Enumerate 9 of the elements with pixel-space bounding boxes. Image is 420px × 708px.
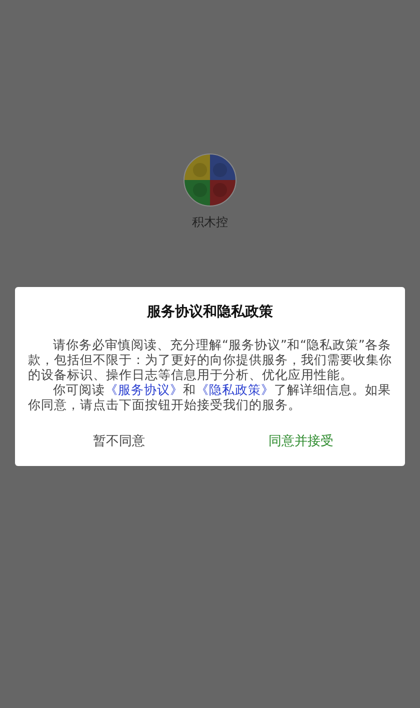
dialog-title: 服务协议和隐私政策: [146, 303, 274, 321]
agreement-text: 请你务必审慎阅读、充分理解“服务协议”和“隐私政策”各条款，包括但不限于：为了更好的向你提供服务，我们需要收集你的设备标识、操作日志等信息用于分析、优化应用性能。: [28, 337, 392, 382]
app-logo-icon: [183, 153, 237, 207]
app-name: 积木控: [192, 214, 228, 231]
agreement-text: 你可阅读《服务协议》和《隐私政策》了解详细信息。如果你同意，请点击下面按钮开始接受我们的服务。: [28, 382, 392, 412]
policy-link[interactable]: 《服务协议》: [105, 382, 183, 397]
accept-button[interactable]: 同意并接受: [210, 430, 392, 452]
decline-button[interactable]: 暂不同意: [28, 430, 210, 452]
policy-link[interactable]: 《隐私政策》: [196, 382, 274, 397]
